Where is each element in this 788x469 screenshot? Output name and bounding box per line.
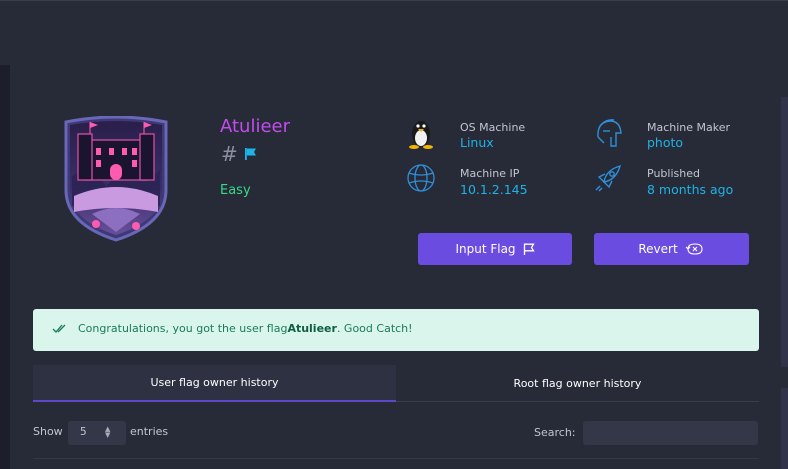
published-label: Published (647, 167, 700, 180)
input-flag-button[interactable]: Input Flag (418, 233, 572, 265)
entries-select[interactable] (68, 421, 126, 445)
tab-user-flag-history[interactable]: User flag owner history (33, 365, 396, 402)
maker-label: Machine Maker (647, 121, 731, 134)
ip-value: 10.1.2.145 (460, 182, 528, 197)
scrollbar-track[interactable] (781, 97, 788, 367)
os-value: Linux (460, 135, 494, 150)
revert-icon (685, 243, 703, 255)
search-label: Search: (534, 426, 576, 439)
revert-button[interactable]: Revert (594, 233, 749, 265)
machine-badge-image (64, 116, 168, 242)
linux-penguin-icon (409, 121, 433, 149)
show-label: Show (33, 425, 63, 438)
alert-suffix: . Good Catch! (336, 322, 413, 335)
maker-link[interactable]: photo (647, 135, 683, 150)
flag-icon[interactable] (244, 147, 258, 161)
published-value: 8 months ago (647, 182, 734, 197)
tab-root-flag-history[interactable]: Root flag owner history (396, 365, 759, 402)
double-check-icon (52, 324, 66, 333)
difficulty-badge: Easy (220, 183, 251, 198)
alert-message: Congratulations, you got the user flagAt… (78, 322, 413, 335)
search-input[interactable] (583, 421, 758, 445)
input-flag-label: Input Flag (455, 242, 516, 256)
hash-icon: # (221, 142, 238, 166)
top-navbar (0, 0, 788, 65)
entries-label: entries (130, 425, 169, 438)
side-panel-edge (781, 388, 788, 469)
alert-prefix: Congratulations, you got the user flag (78, 322, 288, 335)
globe-icon (407, 164, 435, 192)
spartan-helmet-icon (597, 119, 622, 147)
machine-name: Atulieer (220, 116, 291, 137)
os-label: OS Machine (460, 121, 526, 134)
tab-user-flag-history-label: User flag owner history (150, 376, 279, 389)
flag-icon (523, 243, 535, 255)
tab-root-flag-history-label: Root flag owner history (513, 376, 642, 390)
revert-label: Revert (638, 242, 678, 256)
select-caret-icon: ▲ ▼ (105, 425, 111, 439)
alert-machine-name: Atulieer (287, 322, 337, 335)
table-divider (33, 458, 759, 459)
ip-label: Machine IP (460, 167, 520, 180)
rocket-icon (595, 164, 622, 192)
entries-select-value: 5 (80, 426, 87, 438)
